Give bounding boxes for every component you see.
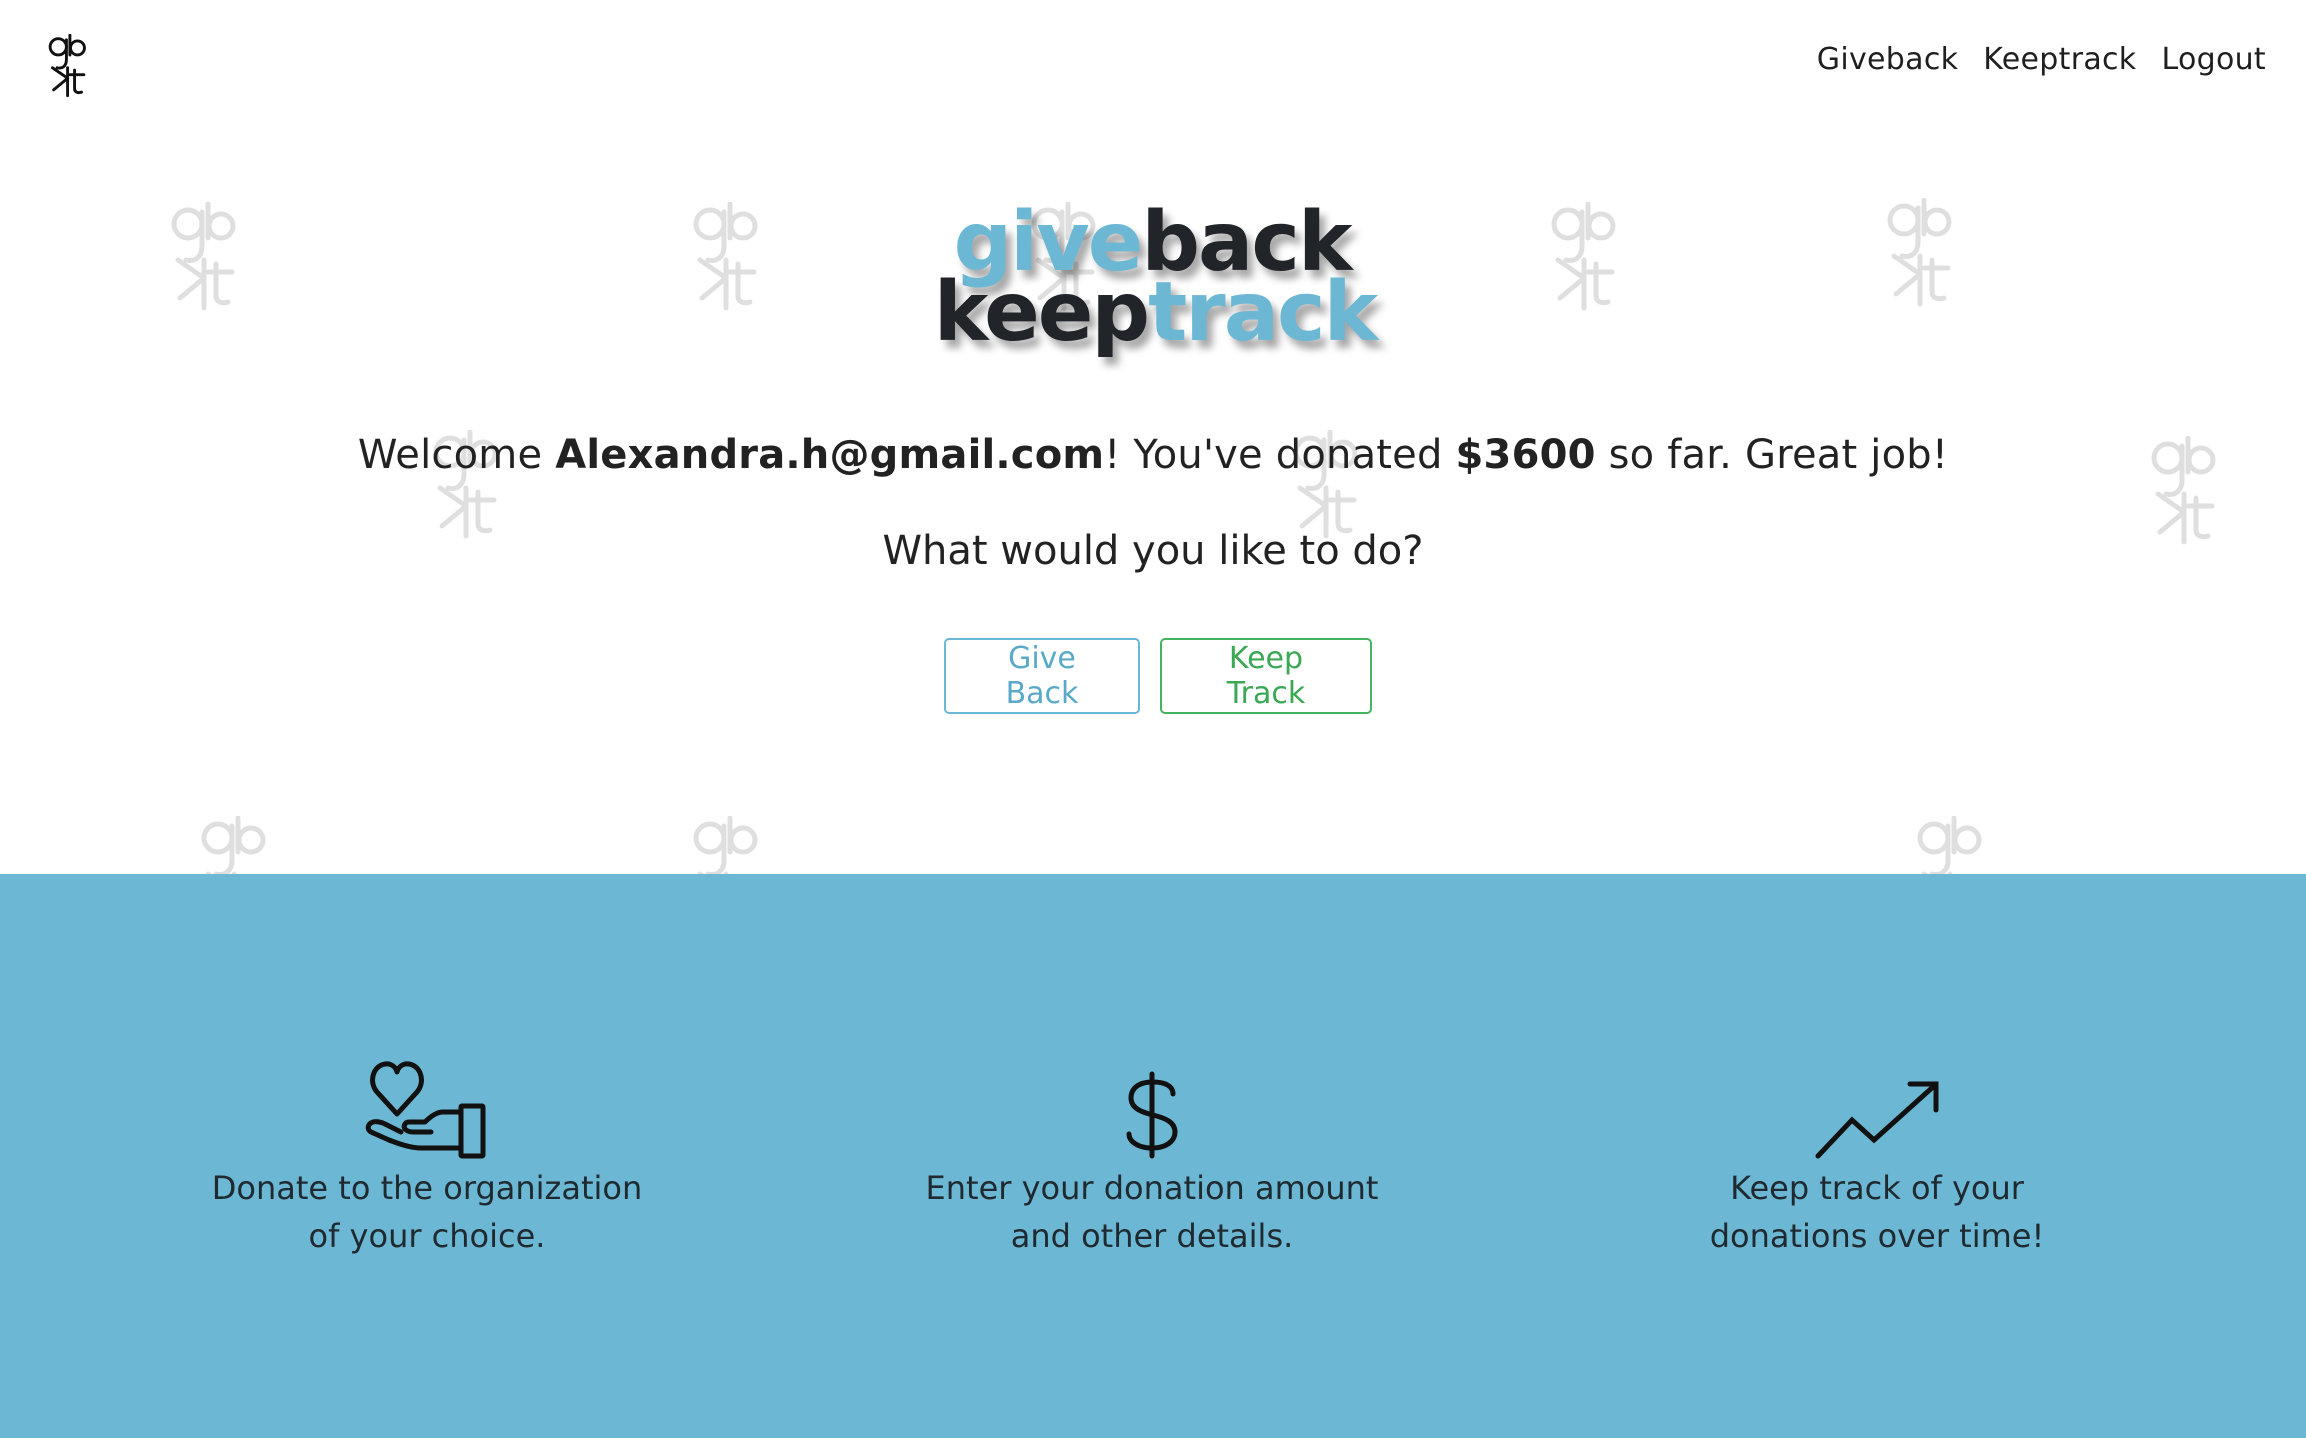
heart-hand-icon (167, 1056, 687, 1160)
title-track: track (1148, 265, 1378, 360)
welcome-message: Welcome Alexandra.h@gmail.com! You've do… (357, 432, 1949, 478)
feature-donate: Donate to the organization of your choic… (167, 1056, 687, 1260)
page: giveback keeptrack Welcome Alexandra.h@g… (0, 0, 2306, 1438)
brand-logo-icon[interactable] (40, 34, 94, 98)
feature-donate-text: Donate to the organization of your choic… (211, 1169, 643, 1255)
watermark-logo-icon (1914, 816, 1984, 874)
navbar: Giveback Keeptrack Logout (0, 0, 2306, 128)
feature-track-text: Keep track of your donations over time! (1709, 1169, 2045, 1255)
donated-amount: $3600 (1455, 432, 1596, 478)
dollar-icon (892, 1056, 1412, 1160)
feature-enter-text: Enter your donation amount and other det… (925, 1169, 1379, 1255)
give-back-button[interactable]: Give Back (944, 638, 1140, 714)
nav-link-giveback[interactable]: Giveback (1817, 42, 1959, 77)
feature-enter: Enter your donation amount and other det… (892, 1056, 1412, 1260)
nav-links: Giveback Keeptrack Logout (1817, 42, 2266, 77)
feature-track: Keep track of your donations over time! (1617, 1056, 2137, 1260)
watermark-logo-icon (198, 816, 268, 874)
trend-up-icon (1617, 1056, 2137, 1160)
nav-link-logout[interactable]: Logout (2161, 42, 2266, 77)
hero-section: giveback keeptrack Welcome Alexandra.h@g… (0, 0, 2306, 874)
watermark-logo-icon (690, 816, 760, 874)
action-question: What would you like to do? (882, 528, 1424, 574)
keep-track-button[interactable]: Keep Track (1160, 638, 1372, 714)
user-email: Alexandra.h@gmail.com (555, 432, 1105, 478)
nav-link-keeptrack[interactable]: Keeptrack (1983, 42, 2136, 77)
title-keep: keep (933, 265, 1150, 360)
action-buttons: Give Back Keep Track (0, 638, 2306, 714)
features-section: Donate to the organization of your choic… (0, 874, 2306, 1438)
hero-title: giveback keeptrack (0, 202, 2306, 354)
